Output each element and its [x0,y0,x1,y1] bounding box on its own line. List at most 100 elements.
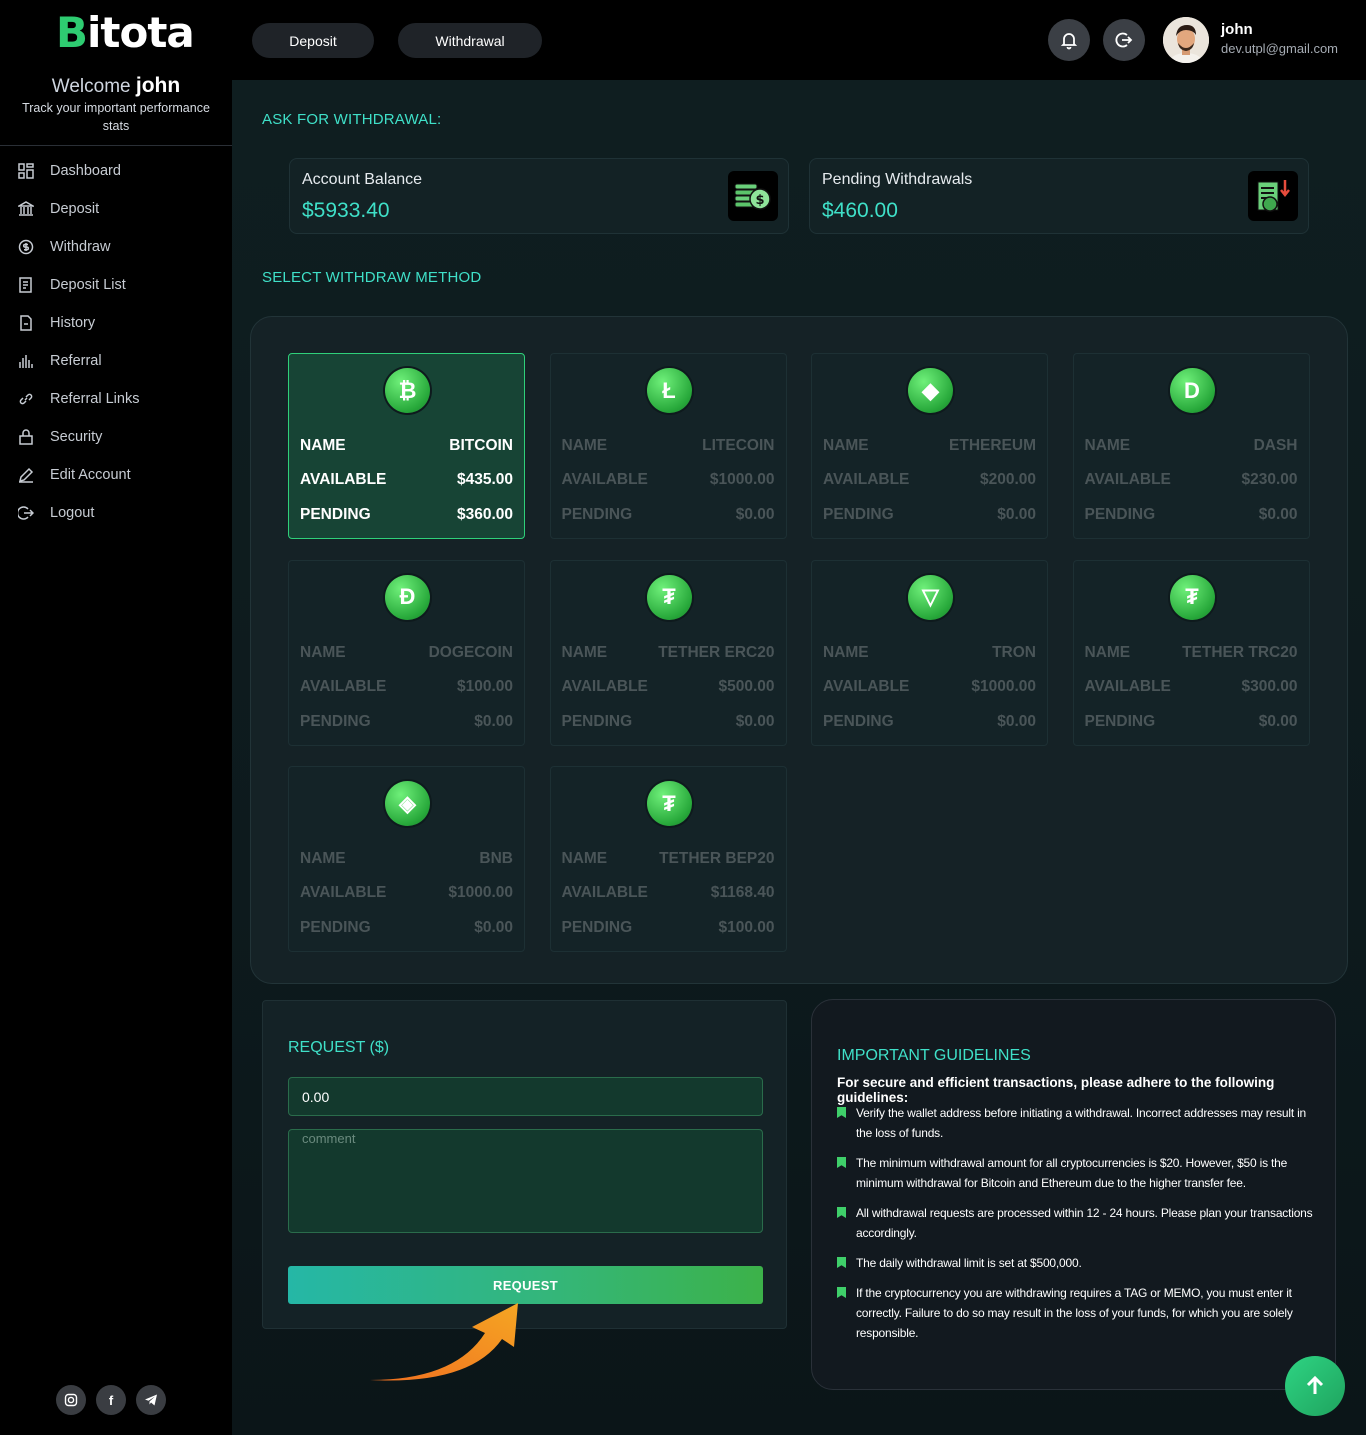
sidebar-item-label: Withdraw [50,239,111,255]
method-row-label: AVAILABLE [823,471,910,488]
sidebar-item-security[interactable]: Security [0,418,232,456]
guidelines-intro: For secure and efficient transactions, p… [837,1075,1275,1105]
sidebar-item-withdraw[interactable]: Withdraw [0,228,232,266]
bnb-icon: ◈ [385,781,430,826]
sidebar-item-deposit-list[interactable]: Deposit List [0,266,232,304]
method-card-tether-erc20[interactable]: ₮ NAME TETHER ERC20 AVAILABLE $500.00 PENDING… [549,559,787,746]
social-links: f [56,1385,166,1415]
method-card-bitcoin[interactable]: ₿ NAME BITCOIN AVAILABLE $435.00 PENDING $360.… [288,353,525,539]
method-row-available: AVAILABLE $435.00 [300,471,513,489]
method-row-label: NAME [561,643,608,661]
method-row-label: AVAILABLE [300,677,387,695]
logout-button[interactable] [1103,19,1145,61]
money-stack-icon: $ [728,171,778,221]
method-row-pending: PENDING $0.00 [300,713,513,731]
avatar[interactable] [1163,17,1209,63]
sidebar-item-deposit[interactable]: Deposit [0,190,232,228]
method-row-value: ETHEREUM [949,437,1036,454]
method-row-name: NAME TETHER ERC20 [562,644,775,662]
method-row-label: AVAILABLE [561,884,648,901]
user-name: john [1221,21,1253,38]
sidebar: Bitota Welcome john Track your important… [0,0,232,1435]
tether-icon: ₮ [646,574,692,620]
guidelines-title: IMPORTANT GUIDELINES [837,1047,1031,1064]
method-row-label: NAME [300,437,346,454]
welcome-text: Welcome john [51,74,181,97]
sidebar-item-label: History [50,315,96,331]
method-row-available: AVAILABLE $1000.00 [562,471,775,489]
method-row-label: NAME [1084,437,1131,454]
method-row-label: NAME [823,437,869,454]
method-row-value: $0.00 [997,506,1036,523]
method-row-label: PENDING [1084,506,1156,523]
method-row-name: NAME TRON [823,644,1036,662]
ask-withdrawal-title: ASK FOR WITHDRAWAL: [262,111,442,128]
method-row-value: $100.00 [456,677,513,695]
sidebar-item-referral[interactable]: Referral [0,342,232,380]
divider [0,145,232,146]
dashboard-icon [18,163,34,179]
method-row-name: NAME BNB [300,850,513,868]
method-card-dogecoin[interactable]: Ð NAME DOGECOIN AVAILABLE $100.00 PENDING $0.0… [288,559,525,746]
logout-icon [18,506,34,520]
sidebar-item-history[interactable]: History [0,304,232,342]
method-row-available: AVAILABLE $1168.40 [562,884,775,902]
sidebar-item-label: Referral Links [50,391,140,407]
method-row-available: AVAILABLE $200.00 [823,471,1036,489]
instagram-icon[interactable] [56,1385,86,1415]
withdraw-report-icon [1248,171,1298,221]
ethereum-icon: ◆ [908,368,953,413]
method-card-litecoin[interactable]: Ł NAME LITECOIN AVAILABLE $1000.00 PENDING $0.… [549,353,787,539]
sidebar-item-label: Referral [50,353,102,369]
sidebar-nav: Dashboard Deposit Withdraw Deposit List … [0,152,232,532]
sidebar-item-logout[interactable]: Logout [0,494,232,532]
method-row-label: NAME [561,850,608,867]
sidebar-item-label: Security [50,429,103,445]
method-row-value: $0.00 [997,712,1036,730]
document-icon [20,315,32,331]
method-card-bnb[interactable]: ◈ NAME BNB AVAILABLE $1000.00 PENDING $0.00 [288,766,525,952]
annotation-arrow [370,1303,518,1381]
method-row-name: NAME BITCOIN [300,437,513,455]
amount-input[interactable] [288,1077,763,1116]
withdrawal-button[interactable]: Withdrawal [398,23,542,58]
telegram-icon[interactable] [136,1385,166,1415]
sidebar-item-edit-account[interactable]: Edit Account [0,456,232,494]
method-card-ethereum[interactable]: ◆ NAME ETHEREUM AVAILABLE $200.00 PENDING $0.0… [811,353,1048,539]
method-row-pending: PENDING $100.00 [562,919,775,937]
deposit-button[interactable]: Deposit [252,23,374,58]
method-row-value: $100.00 [718,919,775,936]
scroll-to-top-button[interactable] [1285,1356,1345,1416]
method-row-value: LITECOIN [702,437,775,454]
method-row-label: PENDING [561,506,633,523]
method-row-label: NAME [561,437,608,454]
method-card-tron[interactable]: ▽ NAME TRON AVAILABLE $1000.00 PENDING $0.00 [811,559,1048,746]
method-row-value: $1000.00 [971,677,1036,695]
method-card-tether-trc20[interactable]: ₮ NAME TETHER TRC20 AVAILABLE $300.00 PENDING… [1072,559,1310,746]
comment-field[interactable] [288,1129,763,1233]
method-card-tether-bep20[interactable]: ₮ NAME TETHER BEP20 AVAILABLE $1168.40 PENDIN… [549,766,787,952]
lock-icon [19,429,33,445]
method-row-value: $500.00 [718,677,775,695]
main-content: ASK FOR WITHDRAWAL: Account Balance $593… [232,80,1366,1435]
method-row-label: AVAILABLE [300,884,387,901]
tron-icon: ▽ [908,574,953,620]
method-row-label: NAME [1084,643,1131,661]
list-icon [19,277,32,293]
method-row-label: AVAILABLE [300,471,387,488]
method-row-name: NAME DASH [1085,437,1298,455]
sidebar-item-label: Deposit [50,201,100,217]
sidebar-item-dashboard[interactable]: Dashboard [0,152,232,190]
logo[interactable]: Bitota [56,8,195,57]
method-row-label: NAME [300,850,346,867]
method-card-dash[interactable]: D NAME DASH AVAILABLE $230.00 PENDING $0.00 [1072,353,1310,539]
facebook-icon[interactable]: f [96,1385,126,1415]
tether-bep20-icon: ₮ [646,781,692,826]
notifications-button[interactable] [1048,19,1090,61]
request-form: REQUEST ($) REQUEST [262,1000,787,1329]
sidebar-item-referral-links[interactable]: Referral Links [0,380,232,418]
method-row-available: AVAILABLE $100.00 [300,678,513,696]
method-row-available: AVAILABLE $300.00 [1085,678,1298,696]
method-row-label: PENDING [300,712,371,730]
method-row-label: PENDING [300,506,371,523]
